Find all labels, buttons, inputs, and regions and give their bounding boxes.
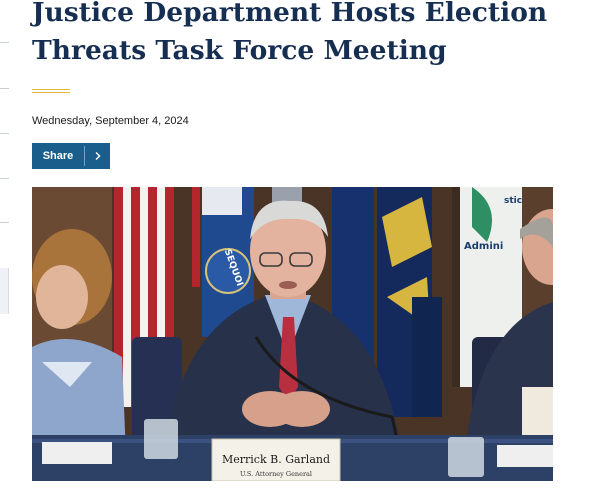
sidebar-divider	[0, 133, 9, 134]
publish-date: Wednesday, September 4, 2024	[32, 115, 189, 127]
sidebar-divider	[0, 178, 9, 179]
chevron-right-icon	[85, 151, 110, 161]
share-button[interactable]: Share	[32, 143, 110, 169]
sidebar-active-tab[interactable]	[0, 268, 9, 314]
sidebar-divider	[0, 222, 9, 223]
flag-text: stic	[504, 196, 522, 206]
page-title: Justice Department Hosts Election Threat…	[32, 0, 548, 66]
nameplate-title: U.S. Attorney General	[240, 470, 312, 478]
title-accent-rule	[32, 89, 70, 93]
flag-text: Admini	[464, 241, 503, 252]
nameplate: Merrick B. Garland U.S. Attorney General	[211, 438, 341, 481]
sidebar-divider	[0, 42, 9, 43]
article-photo: SEQUOI Admini stic Merrick B. Garland U.…	[32, 187, 553, 481]
share-button-label: Share	[42, 150, 74, 162]
nameplate-name: Merrick B. Garland	[222, 453, 330, 466]
left-sidebar-edge	[0, 0, 9, 490]
sidebar-divider	[0, 88, 9, 89]
